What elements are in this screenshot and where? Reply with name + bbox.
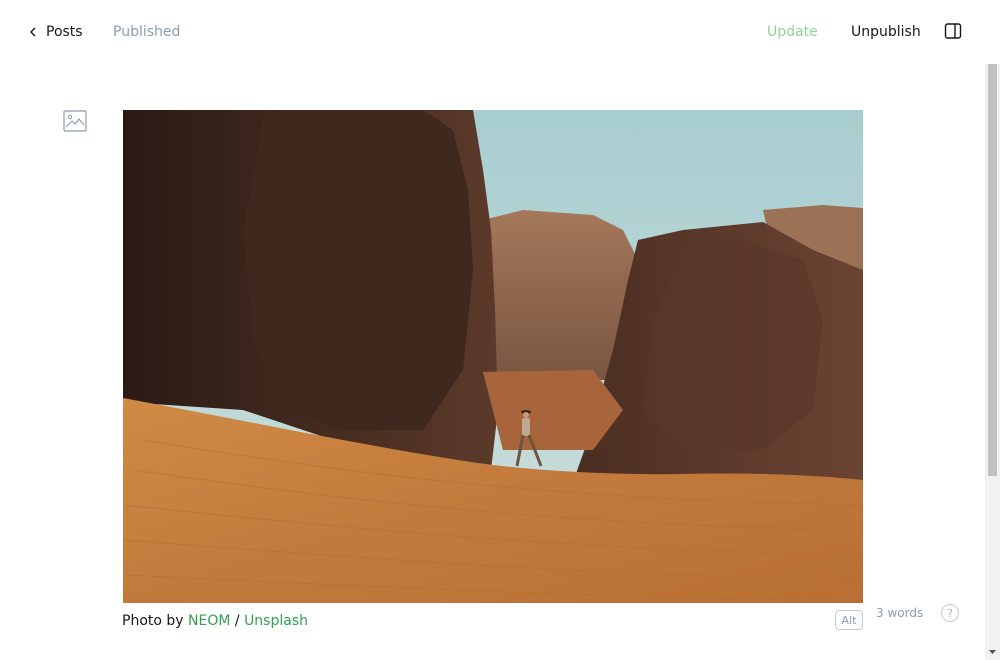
help-button[interactable]: ? [941, 604, 959, 622]
back-label: Posts [46, 24, 83, 40]
alt-text-button[interactable]: Alt [835, 610, 863, 630]
editor-header: Posts Published Update Unpublish [0, 0, 1000, 64]
image-caption[interactable]: Photo by NEOM / Unsplash [122, 612, 308, 630]
unpublish-button[interactable]: Unpublish [851, 22, 921, 42]
post-status: Published [113, 24, 181, 40]
scroll-down-arrow-icon[interactable] [988, 647, 997, 656]
chevron-left-icon [28, 22, 38, 42]
caption-prefix: Photo by [122, 613, 189, 629]
settings-panel-toggle-icon[interactable] [944, 22, 964, 42]
caption-author-link[interactable]: NEOM [188, 613, 230, 629]
update-button[interactable]: Update [767, 22, 818, 42]
caption-separator: / [230, 613, 245, 629]
back-to-posts-link[interactable]: Posts [28, 22, 83, 42]
word-count: 3 words [876, 606, 924, 620]
scrollbar-thumb[interactable] [988, 64, 997, 476]
image-card-icon[interactable] [63, 110, 87, 132]
caption-source-link[interactable]: Unsplash [244, 613, 308, 629]
featured-desert-photo[interactable] [123, 110, 863, 603]
vertical-scrollbar[interactable] [985, 64, 1000, 660]
